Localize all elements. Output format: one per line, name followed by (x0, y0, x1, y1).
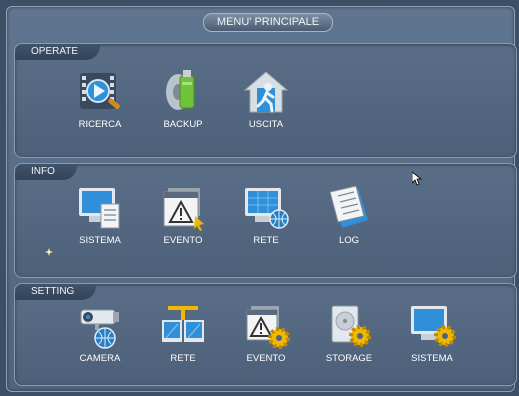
menu-item-rete-info[interactable]: RETE (231, 186, 301, 246)
menu-item-label: CAMERA (79, 353, 121, 364)
menu-item-ricerca[interactable]: RICERCA (65, 70, 135, 130)
menu-item-rete-setting[interactable]: RETE (148, 304, 218, 364)
exit-house-icon (241, 70, 291, 116)
menu-item-label: RETE (170, 353, 196, 364)
menu-item-label: EVENTO (246, 353, 286, 364)
section-label-operate: OPERATE (15, 44, 101, 60)
section-label-info: INFO (15, 164, 77, 180)
window-title: MENU' PRINCIPALE (203, 13, 333, 32)
film-search-icon (75, 70, 125, 116)
menu-item-sistema-setting[interactable]: SISTEMA (397, 304, 467, 364)
section-info: INFO SISTEMA EVENTO RETE LOG (14, 163, 517, 278)
menu-item-label: RETE (253, 235, 279, 246)
menu-item-evento-info[interactable]: EVENTO (148, 186, 218, 246)
menu-item-label: USCITA (248, 119, 284, 130)
menu-item-label: LOG (338, 235, 360, 246)
menu-item-backup[interactable]: BACKUP (148, 70, 218, 130)
menu-item-label: STORAGE (325, 353, 373, 364)
camera-globe-icon (75, 304, 125, 350)
event-gear-icon (241, 304, 291, 350)
sparkle-icon (45, 248, 53, 256)
menu-item-label: SISTEMA (79, 235, 121, 246)
menu-item-storage[interactable]: STORAGE (314, 304, 384, 364)
mouse-cursor-icon (412, 172, 422, 186)
menu-item-label: SISTEMA (411, 353, 453, 364)
menu-item-camera[interactable]: CAMERA (65, 304, 135, 364)
monitor-document-icon (75, 186, 125, 232)
warning-window-icon (158, 186, 208, 232)
menu-item-log[interactable]: LOG (314, 185, 384, 246)
menu-item-label: BACKUP (163, 119, 203, 130)
section-operate: OPERATE RICERCA BACKUP USCITA (14, 43, 517, 158)
usb-backup-icon (158, 70, 208, 116)
log-book-icon (324, 185, 374, 232)
menu-item-evento-setting[interactable]: EVENTO (231, 304, 301, 364)
monitor-gear-icon (407, 304, 457, 350)
section-label-setting: SETTING (15, 284, 97, 300)
menu-item-label: RICERCA (78, 119, 122, 130)
menu-item-sistema-info[interactable]: SISTEMA (65, 186, 135, 246)
hdd-gear-icon (324, 304, 374, 350)
network-monitors-icon (158, 304, 208, 350)
monitor-globe-icon (241, 186, 291, 232)
menu-item-label: EVENTO (163, 235, 203, 246)
section-setting: SETTING CAMERA RETE EVENTO STORAGE SISTE… (14, 283, 517, 386)
menu-item-uscita[interactable]: USCITA (231, 70, 301, 130)
